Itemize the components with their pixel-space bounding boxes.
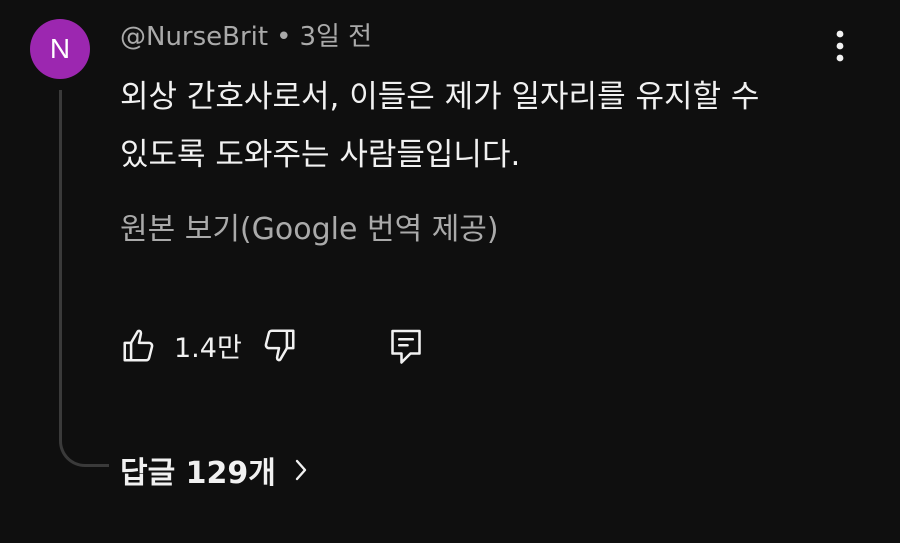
comment-text-line: 있도록 도와주는 사람들입니다.	[120, 137, 521, 173]
timestamp[interactable]: 3일 전	[299, 22, 372, 52]
avatar-letter: N	[49, 33, 71, 64]
more-options-button[interactable]	[824, 26, 856, 66]
comment-actions: 1.4만	[120, 326, 460, 376]
see-original-link[interactable]: 원본 보기(Google 번역 제공)	[120, 208, 499, 252]
dislike-button[interactable]	[260, 326, 298, 364]
replies-count-label: 답글 129개	[120, 456, 276, 491]
vertical-dots-icon	[836, 30, 844, 62]
comment-reply-icon	[391, 329, 421, 364]
like-button[interactable]: 1.4만	[120, 326, 242, 365]
separator-dot: •	[276, 22, 292, 52]
comment-text-line: 외상 간호사로서, 이들은 제가 일자리를 유지할 수	[120, 79, 760, 115]
like-count: 1.4만	[174, 333, 242, 364]
chevron-right-icon	[294, 458, 308, 482]
thumbs-down-icon	[264, 329, 295, 362]
reply-button[interactable]	[388, 326, 424, 366]
reply-thread-line	[59, 90, 109, 467]
view-replies-button[interactable]: 답글 129개	[120, 448, 308, 492]
thumbs-up-icon	[123, 329, 154, 362]
comment-header: @NurseBrit • 3일 전	[120, 19, 372, 55]
comment-text: 외상 간호사로서, 이들은 제가 일자리를 유지할 수 있도록 도와주는 사람들…	[120, 68, 810, 184]
avatar[interactable]: N	[30, 19, 90, 79]
author-name[interactable]: @NurseBrit	[120, 22, 268, 52]
